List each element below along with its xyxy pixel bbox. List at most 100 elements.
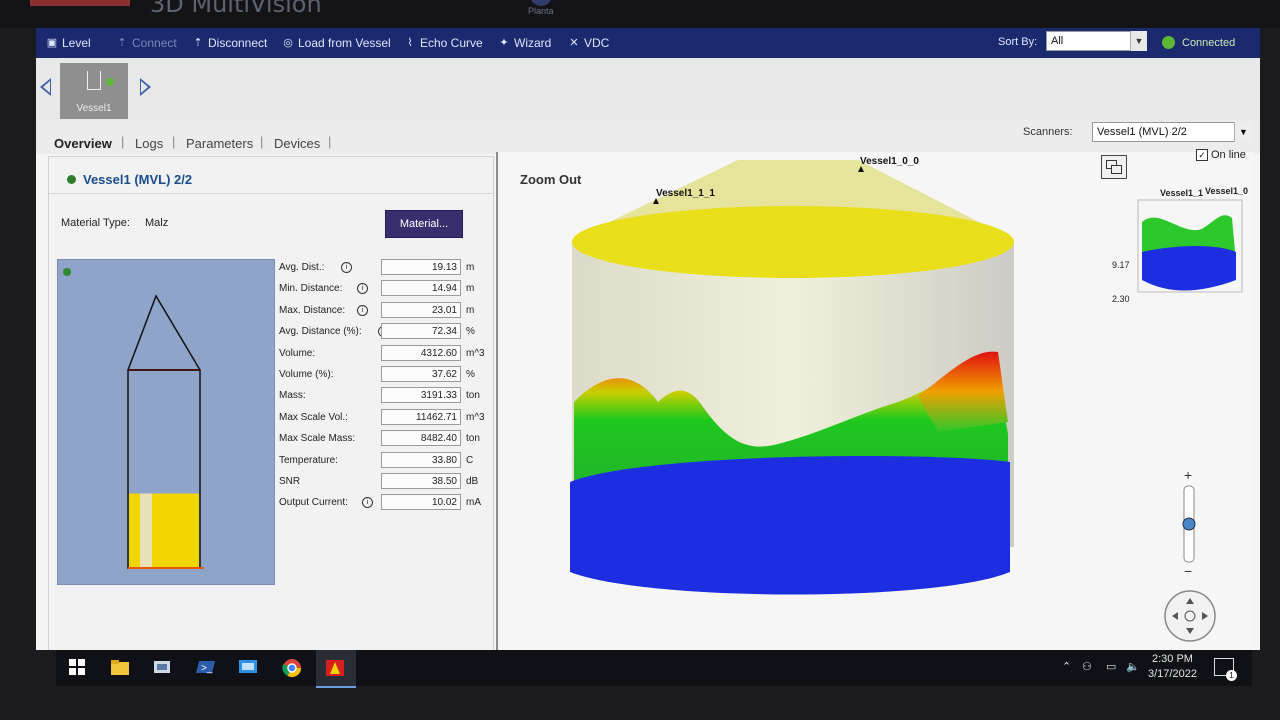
brand-logo xyxy=(30,0,130,6)
notification-count: 1 xyxy=(1226,670,1237,681)
system-clock[interactable]: 2:30 PM 3/17/2022 xyxy=(1148,652,1197,682)
reading-row: Volume: 4312.60 m^3 xyxy=(277,344,491,363)
load-icon: ◎ xyxy=(283,37,293,49)
previous-vessel-icon[interactable] xyxy=(40,78,51,96)
powershell-icon[interactable]: >_ xyxy=(196,658,216,676)
reading-unit: m xyxy=(466,262,475,273)
scanners-select[interactable]: Vessel1 (MVL) 2/2 xyxy=(1092,122,1252,142)
tab-separator: | xyxy=(260,134,264,149)
zoom-out-icon[interactable]: − xyxy=(1184,563,1192,579)
file-explorer-icon[interactable] xyxy=(110,658,130,676)
minimap[interactable]: Vessel1_1 Vessel1_0 9.17 2.30 xyxy=(1112,186,1248,304)
echo-curve-button[interactable]: ⌇ Echo Curve xyxy=(404,36,483,50)
reading-label: Avg. Dist.: xyxy=(279,262,325,273)
app-window: ▣ Level ⇡ Connect ⇡ Disconnect ◎ Load fr… xyxy=(36,28,1260,650)
scanner-label-0-0: Vessel1_0_0 xyxy=(860,156,919,167)
reading-value: 11462.71 xyxy=(381,408,461,425)
disconnect-button[interactable]: ⇡ Disconnect xyxy=(192,36,267,50)
material-button[interactable]: Material... xyxy=(385,210,463,238)
3d-vessel-render: Vessel1_1_1 Vessel1_0_0 Vessel1_1 Vessel… xyxy=(570,156,1248,642)
3d-view-panel[interactable]: Zoom Out ✓ On line Vessel1_1_1 Vessel1_0… xyxy=(496,149,1254,650)
vessel-header: Vessel1 (MVL) 2/2 xyxy=(49,157,493,194)
scanner-label-1-1: Vessel1_1_1 xyxy=(656,188,715,199)
tab-parameters[interactable]: Parameters xyxy=(186,136,253,151)
silo-drawing xyxy=(127,294,204,569)
info-icon[interactable]: i xyxy=(356,304,368,316)
echo-curve-icon: ⌇ xyxy=(407,37,413,49)
clock-date: 3/17/2022 xyxy=(1148,668,1197,680)
vessel-top-surface xyxy=(572,206,1014,278)
next-vessel-icon[interactable] xyxy=(140,78,151,96)
reading-value: 8482.40 xyxy=(381,430,461,447)
silo-roof xyxy=(127,294,201,371)
tab-bar: Overview | Logs | Parameters | Devices |… xyxy=(36,120,1260,154)
overlay-label: Planta xyxy=(528,6,554,16)
reading-unit: dB xyxy=(466,476,479,487)
vessel-thumbnail-label: Vessel1 xyxy=(76,103,112,114)
vessel-status-icon xyxy=(67,175,76,184)
reading-value: 38.50 xyxy=(381,473,461,489)
reading-value: 3191.33 xyxy=(381,387,461,404)
info-icon[interactable]: i xyxy=(356,283,368,295)
reading-unit: m^3 xyxy=(466,347,485,359)
connect-button[interactable]: ⇡ Connect xyxy=(116,36,177,50)
material-type-label: Material Type: xyxy=(61,217,130,229)
reading-row: Mass: 3191.33 ton xyxy=(277,387,491,405)
scanners-label: Scanners: xyxy=(1023,126,1073,138)
reading-row: Max. Distance: i 23.01 m xyxy=(277,301,491,320)
reading-unit: m^3 xyxy=(466,411,485,423)
tab-overview[interactable]: Overview xyxy=(54,136,112,151)
zoom-in-icon[interactable]: + xyxy=(1184,467,1192,483)
svg-text:>_: >_ xyxy=(201,663,213,674)
load-from-vessel-button[interactable]: ◎ Load from Vessel xyxy=(282,36,391,50)
reading-value: 72.34 xyxy=(381,323,461,340)
minimap-label-2: Vessel1_0 xyxy=(1205,186,1248,196)
reading-row: Max Scale Mass: 8482.40 ton xyxy=(277,430,491,448)
disconnect-label: Disconnect xyxy=(208,36,268,50)
level-button[interactable]: ▣ Level xyxy=(46,36,91,50)
reading-value: 10.02 xyxy=(381,494,461,511)
vdc-button[interactable]: ✕ VDC xyxy=(568,36,609,50)
zoom-slider-handle[interactable] xyxy=(1182,517,1196,531)
chevron-down-icon[interactable]: ▼ xyxy=(1234,122,1252,142)
vessel-status-icon xyxy=(106,78,114,86)
reading-row: Output Current: i 10.02 mA xyxy=(277,494,491,512)
display-icon[interactable]: ▭ xyxy=(1106,660,1116,673)
silo-level-diagram xyxy=(57,259,275,585)
tank-icon xyxy=(87,71,101,90)
chevron-down-icon[interactable]: ▼ xyxy=(1130,31,1147,51)
tab-separator: | xyxy=(172,134,176,149)
vessel-strip: Vessel1 xyxy=(36,58,1260,121)
minimap-axis-bottom: 2.30 xyxy=(1112,294,1130,304)
reading-value: 37.62 xyxy=(381,366,461,382)
reading-label: Mass: xyxy=(279,390,306,402)
echo-curve-label: Echo Curve xyxy=(420,36,483,50)
reading-unit: ton xyxy=(466,433,480,445)
info-icon[interactable]: i xyxy=(341,262,353,273)
sort-by-label: Sort By: xyxy=(998,36,1038,48)
tab-separator: | xyxy=(328,134,332,149)
tab-logs[interactable]: Logs xyxy=(135,136,163,151)
remote-desktop-icon[interactable] xyxy=(238,658,258,676)
info-icon[interactable]: i xyxy=(362,497,373,509)
reading-label: Min. Distance: xyxy=(279,283,343,295)
volume-icon[interactable]: 🔈 xyxy=(1126,660,1140,673)
silo-fill-level xyxy=(129,493,199,568)
silo-fill-highlight xyxy=(140,493,152,568)
chrome-icon[interactable] xyxy=(282,658,302,678)
multivision-icon[interactable] xyxy=(324,658,344,676)
reading-value: 19.13 xyxy=(381,259,461,275)
wizard-button[interactable]: ✦ Wizard xyxy=(498,36,551,50)
app-icon[interactable] xyxy=(152,658,172,676)
vessel-thumbnail[interactable]: Vessel1 xyxy=(60,63,128,119)
reading-row: Temperature: 33.80 C xyxy=(277,451,491,470)
windows-start-icon[interactable] xyxy=(68,658,88,676)
network-icon[interactable]: ⚇ xyxy=(1082,660,1092,673)
vessel-title: Vessel1 (MVL) 2/2 xyxy=(83,172,193,187)
notification-icon[interactable]: 1 xyxy=(1214,658,1237,681)
reading-row: Avg. Distance (%):i72.34% xyxy=(277,323,491,341)
connect-label: Connect xyxy=(132,36,177,50)
chevron-up-icon[interactable]: ⌃ xyxy=(1062,660,1071,673)
reading-unit: C xyxy=(466,454,474,466)
tab-devices[interactable]: Devices xyxy=(274,136,320,151)
